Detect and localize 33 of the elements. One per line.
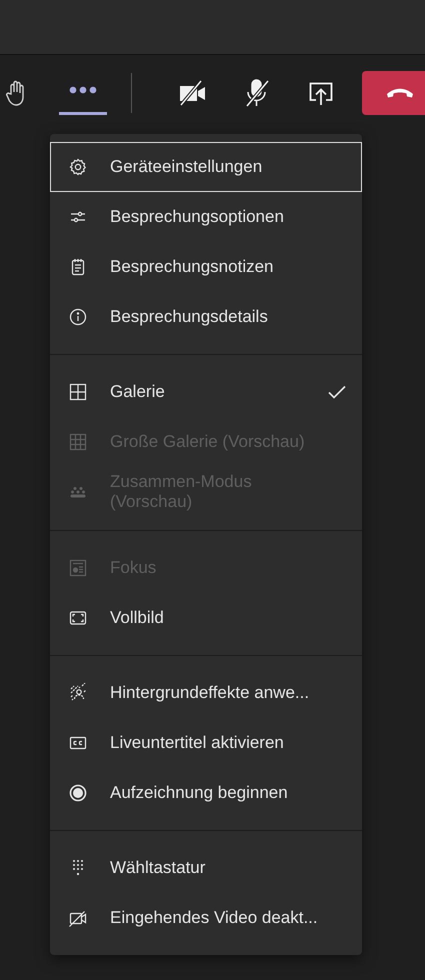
hang-up-button[interactable] [362,70,425,114]
menu-item-label: Geräteeinstellungen [110,156,264,178]
menu-item[interactable]: Galerie [50,367,362,417]
menu-item[interactable]: Geräteeinstellungen [50,142,362,192]
menu-item[interactable]: Vollbild [50,592,362,643]
menu-item-label: Liveuntertitel aktivieren [110,732,285,753]
menu-item[interactable]: Eingehendes Video deakt... [50,892,362,943]
hang-up-icon [386,86,414,98]
menu-item-label: Vollbild [110,608,165,628]
record-icon [68,782,88,803]
menu-item-label: Wähltastatur [110,858,206,878]
menu-item[interactable]: Wähltastatur [50,842,362,893]
menu-item[interactable]: Aufzeichnung beginnen [50,768,362,818]
menu-item-label: Galerie [110,382,166,402]
background-effects-icon [68,682,88,703]
menu-item-label: Hintergrundeffekte anwe... [110,682,310,703]
menu-item-label: Besprechungsnotizen [110,256,275,278]
menu-item[interactable]: Hintergrundeffekte anwe... [50,668,362,718]
gear-icon [68,157,88,177]
menu-item[interactable]: Besprechungsoptionen [50,192,362,242]
info-icon [68,307,88,327]
menu-item[interactable]: Besprechungsdetails [50,292,362,342]
menu-item-label: Besprechungsdetails [110,306,269,328]
menu-item[interactable]: Besprechungsnotizen [50,242,362,292]
menu-item-label: Aufzeichnung beginnen [110,782,289,803]
menu-item[interactable]: Liveuntertitel aktivieren [50,718,362,768]
grid-icon [68,432,88,452]
menu-item-label: Besprechungsoptionen [110,206,285,228]
menu-item-label: Eingehendes Video deakt... [110,908,319,928]
camera-off-icon [178,78,208,106]
more-icon [69,86,97,94]
focus-icon [68,558,88,578]
grid-icon [68,382,88,402]
